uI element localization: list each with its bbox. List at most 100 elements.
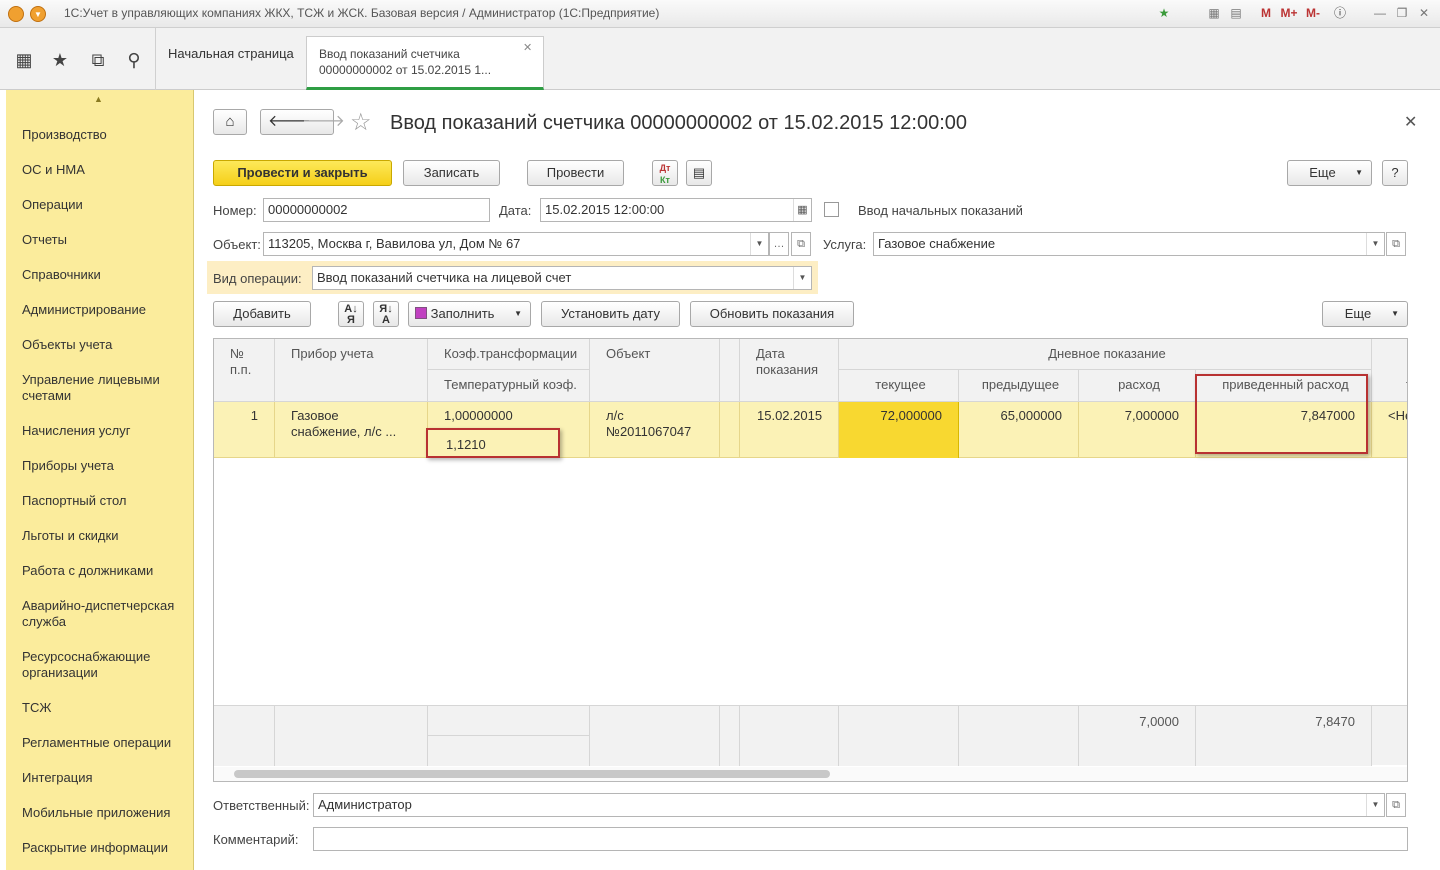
help-button[interactable]: ? <box>1382 160 1408 186</box>
calendar-picker-icon[interactable]: ▦ <box>793 199 811 221</box>
sidebar-item[interactable]: Операции <box>22 197 190 213</box>
favorite-star-icon[interactable]: ☆ <box>350 108 372 137</box>
info-icon[interactable]: ⓘ <box>1332 5 1348 21</box>
header-koef[interactable]: Коэф.трансформации <box>428 339 590 370</box>
cell-current[interactable]: 72,000000 <box>839 402 959 458</box>
header-previous[interactable]: предыдущее <box>959 370 1079 402</box>
sidebar-item[interactable]: Мобильные приложения <box>22 805 190 821</box>
sidebar-item[interactable]: Управление лицевыми счетами <box>22 372 172 404</box>
scrollbar-thumb[interactable] <box>234 770 830 778</box>
section-icons: ▦ ★ ⧉ ⚲ <box>6 28 156 90</box>
star-icon[interactable]: ★ <box>1156 5 1172 21</box>
sidebar-item[interactable]: Регламентные операции <box>22 735 190 751</box>
sidebar-item[interactable]: ТСЖ <box>22 700 190 716</box>
date-field[interactable]: 15.02.2015 12:00:00 ▦ <box>540 198 812 222</box>
sidebar-item[interactable]: Льготы и скидки <box>22 528 190 544</box>
optype-field[interactable]: Ввод показаний счетчика на лицевой счет … <box>312 266 812 290</box>
responsible-dropdown-icon[interactable]: ▼ <box>1366 794 1384 816</box>
favorites-icon[interactable]: ★ <box>48 48 72 72</box>
back-arrow-icon[interactable]: 🡐 <box>268 111 311 133</box>
table-more-button[interactable]: Еще ▼ <box>1322 301 1408 327</box>
optype-dropdown-icon[interactable]: ▼ <box>793 267 811 289</box>
sidebar-item[interactable]: Производство <box>22 127 190 143</box>
header-current[interactable]: текущее <box>839 370 959 402</box>
responsible-link-icon[interactable]: ⧉ <box>1386 793 1406 817</box>
object-link-icon[interactable]: ⧉ <box>791 232 811 256</box>
memory-mminus-icon[interactable]: M- <box>1302 5 1324 21</box>
menu-dropdown-icon[interactable]: ▼ <box>30 6 46 22</box>
document-icon[interactable]: ▤ <box>686 160 712 186</box>
object-open-icon[interactable]: … <box>769 232 789 256</box>
sidebar-item[interactable]: Ресурсоснабжающие организации <box>22 649 162 681</box>
grid-menu-icon[interactable]: ▦ <box>12 48 36 72</box>
header-temp[interactable]: Температурный коэф. <box>428 370 590 402</box>
initial-readings-checkbox[interactable] <box>824 202 839 217</box>
footer-cell <box>590 706 720 766</box>
object-field[interactable]: 113205, Москва г, Вавилова ул, Дом № 67 … <box>263 232 769 256</box>
sidebar-item[interactable]: ОС и НМА <box>22 162 190 178</box>
memory-mplus-icon[interactable]: M+ <box>1278 5 1300 21</box>
sidebar-item[interactable]: Работа с должниками <box>22 563 190 579</box>
scroll-up-icon[interactable]: ▲ <box>94 94 103 104</box>
optype-value: Ввод показаний счетчика на лицевой счет <box>317 270 572 285</box>
tab-close-icon[interactable]: ✕ <box>523 41 532 54</box>
tab-meter-input[interactable]: Ввод показаний счетчика 00000000002 от 1… <box>306 36 544 90</box>
post-and-close-button[interactable]: Провести и закрыть <box>213 160 392 186</box>
service-value: Газовое снабжение <box>878 236 996 251</box>
header-consumption[interactable]: расход <box>1079 370 1196 402</box>
update-readings-button[interactable]: Обновить показания <box>690 301 854 327</box>
sidebar-item[interactable]: Раскрытие информации <box>22 840 190 856</box>
header-object[interactable]: Объект <box>590 339 720 402</box>
sidebar-item[interactable]: Аварийно-диспетчерская служба <box>22 598 177 630</box>
add-row-button[interactable]: Добавить <box>213 301 311 327</box>
horizontal-scrollbar[interactable] <box>214 767 1407 781</box>
sort-asc-icon[interactable]: А↓ Я <box>338 301 364 327</box>
save-button[interactable]: Записать <box>403 160 500 186</box>
sidebar-item[interactable]: Приборы учета <box>22 458 190 474</box>
sidebar-item[interactable]: Паспортный стол <box>22 493 190 509</box>
responsible-value: Администратор <box>318 797 412 812</box>
footer-cell <box>959 706 1079 766</box>
close-form-icon[interactable]: ✕ <box>1404 112 1417 132</box>
memory-m-icon[interactable]: M <box>1258 5 1274 21</box>
sidebar-item[interactable]: Объекты учета <box>22 337 190 353</box>
sidebar-item[interactable]: Администрирование <box>22 302 190 318</box>
fill-button[interactable]: Заполнить ▼ <box>408 301 531 327</box>
footer-cell <box>720 706 740 766</box>
calendar-icon[interactable]: ▦ <box>1206 5 1222 21</box>
tab-home[interactable]: Начальная страница <box>168 46 294 61</box>
cell-spacer <box>720 402 740 458</box>
object-label: Объект: <box>213 237 261 252</box>
close-window-icon[interactable]: ✕ <box>1416 5 1432 21</box>
sort-desc-icon[interactable]: Я↓ А <box>373 301 399 327</box>
service-dropdown-icon[interactable]: ▼ <box>1366 233 1384 255</box>
cell-date: 15.02.2015 <box>740 402 839 458</box>
header-num[interactable]: № п.п. <box>214 339 275 402</box>
set-date-button[interactable]: Установить дату <box>541 301 680 327</box>
object-value: 113205, Москва г, Вавилова ул, Дом № 67 <box>268 236 521 251</box>
comment-field[interactable] <box>313 827 1408 851</box>
sidebar-item[interactable]: Отчеты <box>22 232 190 248</box>
maximize-icon[interactable]: ❐ <box>1394 5 1410 21</box>
service-field[interactable]: Газовое снабжение ▼ <box>873 232 1385 256</box>
home-button[interactable]: ⌂ <box>213 109 247 135</box>
search-icon[interactable]: ⚲ <box>122 48 146 72</box>
app-logo-icon[interactable] <box>8 6 24 22</box>
date-label: Дата: <box>499 203 532 218</box>
object-dropdown-icon[interactable]: ▼ <box>750 233 768 255</box>
dt-kt-icon[interactable]: Дт Кт <box>652 160 678 186</box>
more-button[interactable]: Еще ▼ <box>1287 160 1372 186</box>
header-date[interactable]: Дата показания <box>740 339 839 402</box>
minimize-icon[interactable]: — <box>1372 5 1388 21</box>
service-link-icon[interactable]: ⧉ <box>1386 232 1406 256</box>
number-field[interactable]: 00000000002 <box>263 198 490 222</box>
calculator-icon[interactable]: ▤ <box>1228 5 1244 21</box>
sidebar-item[interactable]: Интеграция <box>22 770 190 786</box>
sidebar-item[interactable]: Начисления услуг <box>22 423 190 439</box>
forward-arrow-icon[interactable]: 🡒 <box>302 111 345 133</box>
post-button[interactable]: Провести <box>527 160 624 186</box>
responsible-field[interactable]: Администратор ▼ <box>313 793 1385 817</box>
history-icon[interactable]: ⧉ <box>86 48 110 72</box>
sidebar-item[interactable]: Справочники <box>22 267 190 283</box>
header-device[interactable]: Прибор учета <box>275 339 428 402</box>
